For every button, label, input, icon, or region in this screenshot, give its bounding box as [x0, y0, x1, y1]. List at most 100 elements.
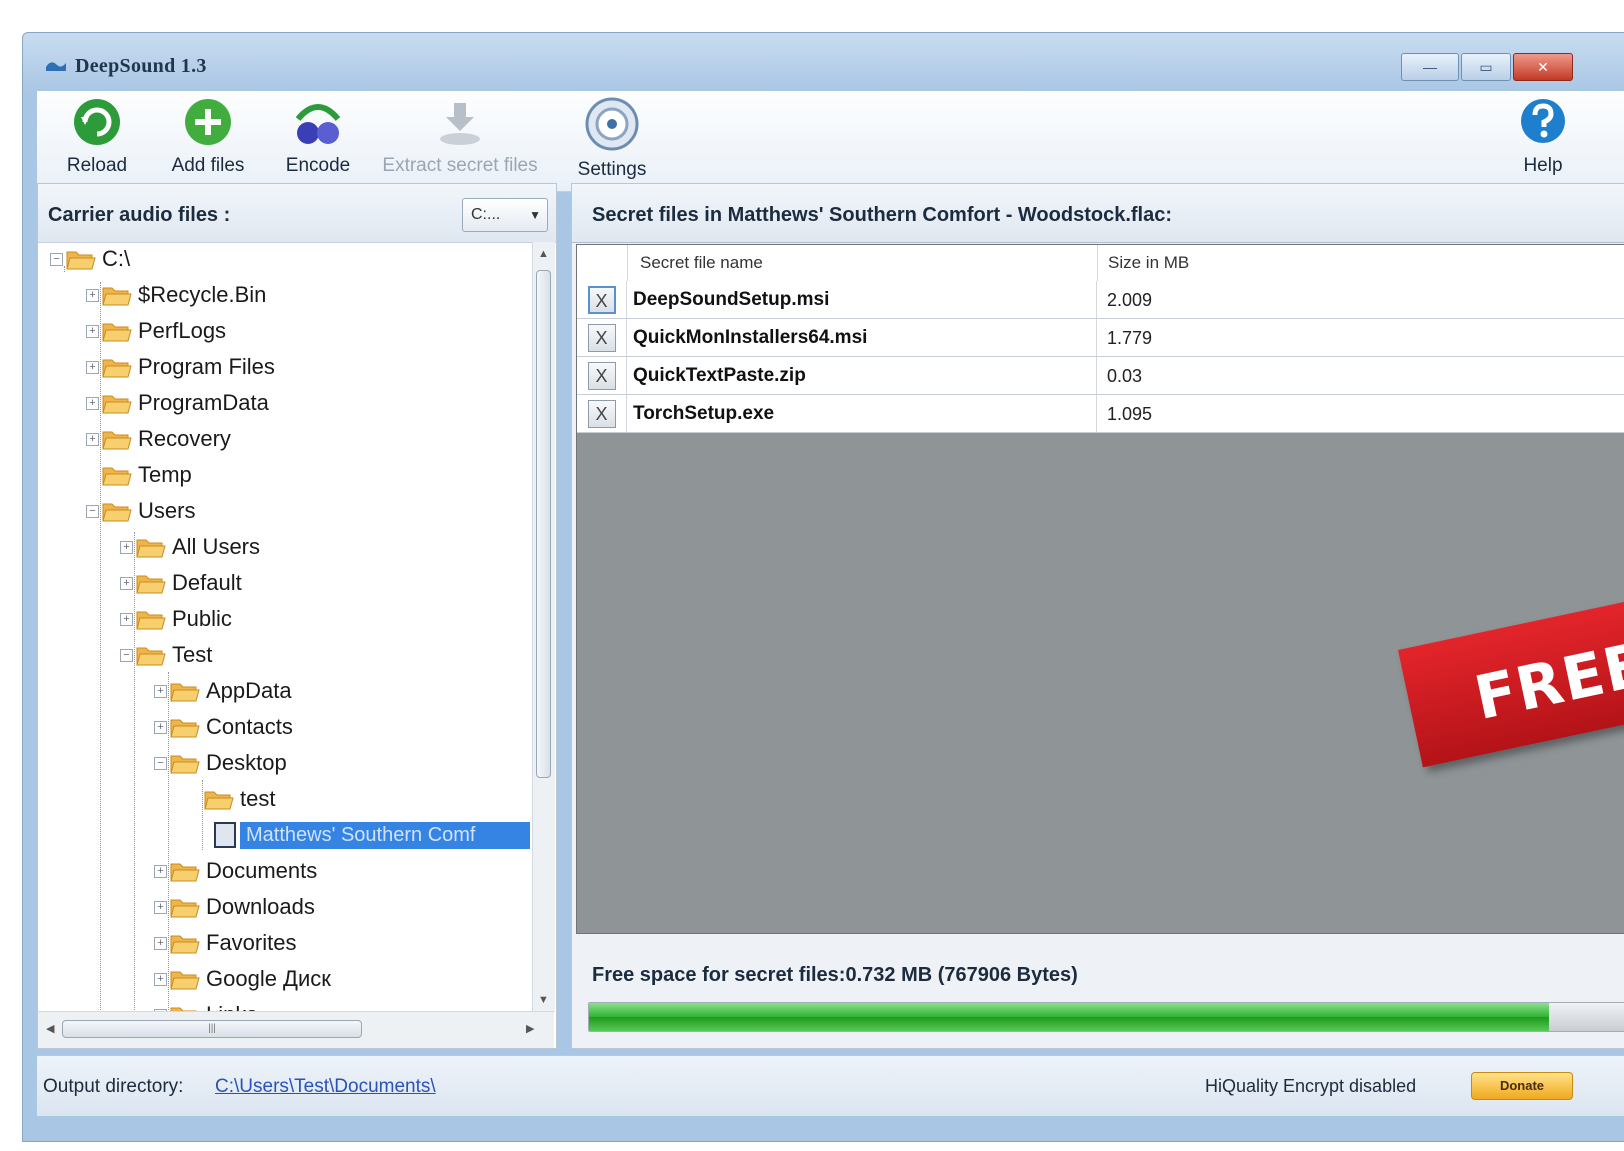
- carrier-files-header: Carrier audio files : C:... ▼: [38, 184, 556, 243]
- collapse-toggle[interactable]: −: [154, 756, 167, 770]
- encode-button[interactable]: Encode: [273, 95, 363, 177]
- scroll-thumb[interactable]: |||: [62, 1020, 362, 1038]
- file-size-cell: 0.03: [1107, 366, 1143, 386]
- tree-node-label: Test: [172, 642, 213, 667]
- folder-icon: [170, 683, 200, 702]
- settings-label: Settings: [577, 159, 647, 180]
- expand-toggle[interactable]: +: [86, 288, 99, 302]
- folder-icon: [102, 395, 132, 414]
- drive-select[interactable]: C:... ▼: [462, 198, 548, 232]
- tree-node[interactable]: + Documents: [154, 854, 317, 888]
- free-space-label: Free space for secret files:0.732 MB (76…: [592, 964, 1078, 986]
- scroll-up-icon[interactable]: ▲: [538, 248, 549, 260]
- file-size-cell: 1.779: [1107, 328, 1153, 348]
- add-files-button[interactable]: Add files: [153, 95, 263, 177]
- expand-toggle[interactable]: +: [154, 936, 167, 950]
- help-icon: [1521, 99, 1565, 143]
- folder-tree: − C:\ + $Recycle.Bin + PerfLogs + Progra…: [38, 242, 530, 1012]
- tree-node-selected[interactable]: Matthews' Southern Comf: [198, 818, 530, 852]
- tree-node-label: Google Диск: [206, 966, 331, 991]
- expand-toggle[interactable]: +: [86, 324, 99, 338]
- output-directory-link[interactable]: C:\Users\Test\Documents\: [215, 1076, 436, 1098]
- collapse-toggle[interactable]: −: [86, 504, 99, 518]
- help-button[interactable]: Help: [1513, 95, 1573, 177]
- tree-node[interactable]: test: [188, 782, 275, 816]
- secret-files-panel: Secret files in Matthews' Southern Comfo…: [571, 183, 1624, 1049]
- scroll-thumb[interactable]: [536, 270, 551, 778]
- tree-node-label: All Users: [172, 534, 261, 559]
- minimize-button[interactable]: —: [1401, 53, 1459, 81]
- file-name-cell: QuickMonInstallers64.msi: [627, 319, 1097, 356]
- tree-horizontal-scrollbar[interactable]: ◀ ||| ▶: [38, 1011, 554, 1048]
- reload-button[interactable]: Reload: [57, 95, 137, 177]
- column-header-size[interactable]: Size in MB: [1098, 245, 1624, 281]
- file-name-cell: TorchSetup.exe: [627, 395, 1097, 432]
- free-banner-text: FREE: [1468, 629, 1624, 735]
- tree-node[interactable]: + Google Диск: [154, 962, 331, 996]
- expand-toggle[interactable]: +: [120, 540, 133, 554]
- tree-node-label: Matthews' Southern Comf: [240, 821, 530, 849]
- file-size-cell: 2.009: [1107, 290, 1153, 310]
- tree-node-label: Public: [172, 606, 232, 631]
- tree-node-label: C:\: [102, 246, 131, 271]
- maximize-button[interactable]: ▭: [1461, 53, 1511, 81]
- table-row[interactable]: X DeepSoundSetup.msi 2.009: [577, 281, 1624, 319]
- tree-node[interactable]: − Users: [86, 494, 195, 528]
- tree-node[interactable]: + PerfLogs: [86, 314, 226, 348]
- tree-node[interactable]: + Program Files: [86, 350, 275, 384]
- scroll-right-icon[interactable]: ▶: [526, 1022, 534, 1035]
- tree-node[interactable]: + Default: [120, 566, 242, 600]
- tree-node[interactable]: + All Users: [120, 530, 260, 564]
- tree-node-label: $Recycle.Bin: [138, 282, 267, 307]
- remove-file-button[interactable]: X: [587, 285, 616, 314]
- tree-vertical-scrollbar[interactable]: ▲ ▼: [532, 242, 555, 1012]
- remove-file-button[interactable]: X: [587, 323, 616, 352]
- close-button[interactable]: ✕: [1513, 53, 1573, 81]
- tree-node-label: Desktop: [206, 750, 287, 775]
- table-row[interactable]: X TorchSetup.exe 1.095: [577, 395, 1624, 433]
- expand-toggle[interactable]: +: [86, 396, 99, 410]
- tree-node[interactable]: − Desktop: [154, 746, 287, 780]
- tree-node[interactable]: Temp: [86, 458, 192, 492]
- expand-toggle[interactable]: +: [154, 900, 167, 914]
- tree-node-label: test: [240, 786, 276, 811]
- tree-node[interactable]: + Favorites: [154, 926, 296, 960]
- tree-node[interactable]: + Public: [120, 602, 232, 636]
- tree-node[interactable]: + Contacts: [154, 710, 293, 744]
- tree-node[interactable]: − Test: [120, 638, 212, 672]
- donate-button[interactable]: Donate: [1471, 1072, 1573, 1100]
- settings-button[interactable]: Settings: [567, 95, 657, 181]
- tree-node[interactable]: + ProgramData: [86, 386, 269, 420]
- folder-icon: [170, 899, 200, 918]
- expand-toggle[interactable]: +: [154, 720, 167, 734]
- tree-node[interactable]: + AppData: [154, 674, 292, 708]
- expand-toggle[interactable]: +: [120, 576, 133, 590]
- scroll-left-icon[interactable]: ◀: [46, 1022, 54, 1035]
- collapse-toggle[interactable]: −: [50, 252, 63, 266]
- scroll-down-icon[interactable]: ▼: [538, 994, 549, 1006]
- table-row[interactable]: X QuickMonInstallers64.msi 1.779: [577, 319, 1624, 357]
- chevron-down-icon: ▼: [529, 208, 541, 222]
- tree-node[interactable]: + $Recycle.Bin: [86, 278, 266, 312]
- expand-toggle[interactable]: +: [154, 864, 167, 878]
- expand-toggle[interactable]: +: [86, 432, 99, 446]
- table-row[interactable]: X QuickTextPaste.zip 0.03: [577, 357, 1624, 395]
- tree-node[interactable]: + Links: [154, 998, 257, 1012]
- tree-node[interactable]: − C:\: [50, 242, 130, 276]
- column-header-name[interactable]: Secret file name: [628, 245, 1098, 281]
- remove-file-button[interactable]: X: [587, 399, 616, 428]
- expand-toggle[interactable]: +: [154, 972, 167, 986]
- expand-toggle[interactable]: +: [120, 612, 133, 626]
- extract-button[interactable]: Extract secret files: [375, 95, 545, 177]
- folder-icon: [204, 791, 234, 810]
- output-directory-label: Output directory:: [43, 1076, 184, 1097]
- remove-file-button[interactable]: X: [587, 361, 616, 390]
- collapse-toggle[interactable]: −: [120, 648, 133, 662]
- tree-node[interactable]: + Downloads: [154, 890, 315, 924]
- carrier-files-panel: Carrier audio files : C:... ▼ − C:\ + $R…: [37, 183, 557, 1049]
- tree-node[interactable]: + Recovery: [86, 422, 231, 456]
- expand-toggle[interactable]: +: [86, 360, 99, 374]
- expand-toggle[interactable]: +: [154, 684, 167, 698]
- folder-icon: [136, 575, 166, 594]
- secret-files-table: Secret file name Size in MB X DeepSoundS…: [576, 244, 1624, 934]
